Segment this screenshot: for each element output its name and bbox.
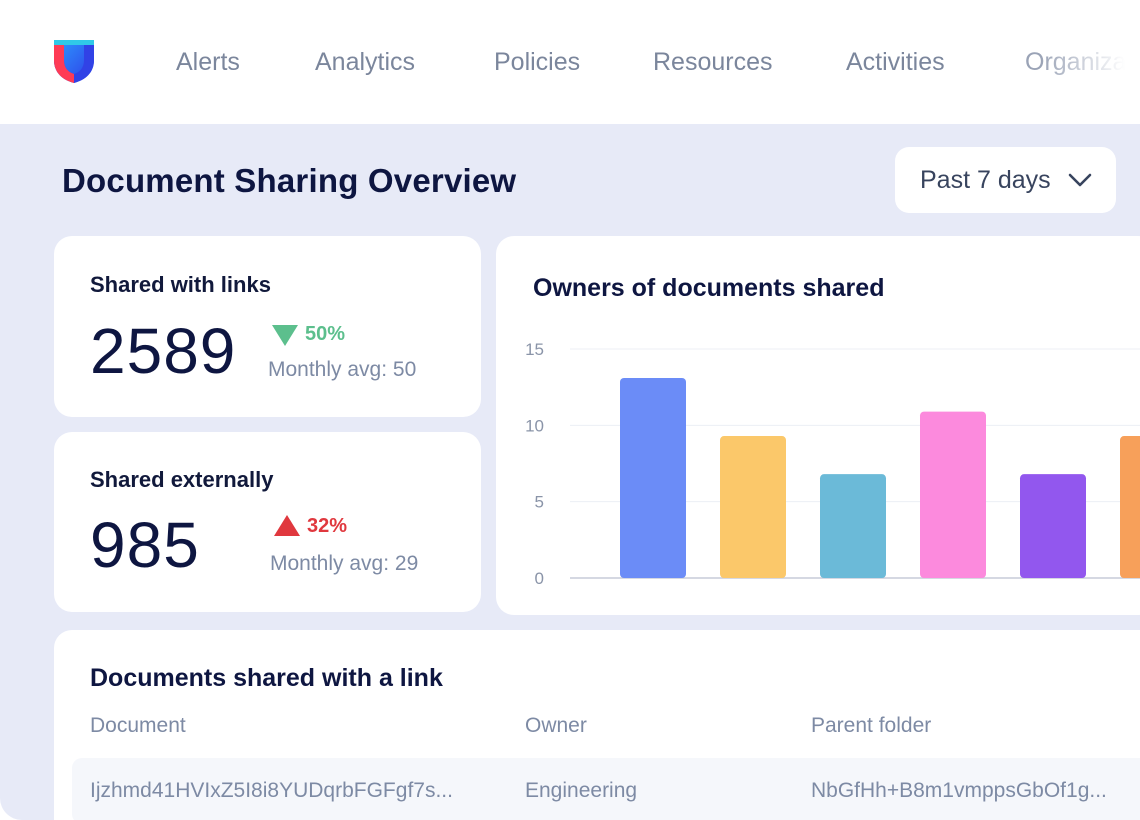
nav-item-alerts[interactable]: Alerts	[176, 48, 240, 77]
chart-card-owners: Owners of documents shared 0 5 10 15	[496, 236, 1140, 615]
chart-bar[interactable]	[720, 436, 786, 578]
top-navigation-bar: Alerts Analytics Policies Resources Acti…	[0, 0, 1140, 124]
stat-title: Shared externally	[90, 467, 274, 492]
column-header-owner[interactable]: Owner	[525, 714, 587, 738]
stat-card-shared-links: Shared with links 2589 50% Monthly avg: …	[54, 236, 481, 417]
stat-value: 985	[90, 509, 200, 581]
stat-card-shared-externally: Shared externally 985 32% Monthly avg: 2…	[54, 432, 481, 612]
stat-monthly-avg: Monthly avg: 50	[268, 358, 417, 381]
date-range-value: Past 7 days	[920, 166, 1051, 194]
page-title: Document Sharing Overview	[62, 162, 517, 199]
table-title: Documents shared with a link	[90, 664, 443, 692]
y-tick-label: 10	[525, 416, 544, 435]
column-header-document[interactable]: Document	[90, 714, 186, 738]
y-tick-label: 15	[525, 340, 544, 359]
nav-item-activities[interactable]: Activities	[846, 48, 945, 77]
table-card-link-docs: Documents shared with a link Document Ow…	[54, 630, 1140, 820]
y-tick-label: 0	[535, 569, 544, 588]
table-row[interactable]: Ijzhmd41HVIxZ5I8i8YUDqrbFGFgf7s... Engin…	[72, 758, 1140, 820]
nav-item-resources[interactable]: Resources	[653, 48, 773, 77]
chart-bar[interactable]	[820, 474, 886, 578]
chart-bar[interactable]	[1020, 474, 1086, 578]
shield-logo-icon[interactable]	[52, 38, 96, 84]
y-tick-label: 5	[535, 493, 544, 512]
trend-down-icon	[272, 325, 298, 346]
chart-bar[interactable]	[620, 378, 686, 578]
nav-item-organization[interactable]: Organizat	[1025, 48, 1133, 77]
trend-up-icon	[274, 515, 300, 536]
stat-change: 32%	[307, 515, 348, 537]
stat-monthly-avg: Monthly avg: 29	[270, 552, 419, 575]
stat-change: 50%	[305, 323, 346, 345]
chevron-down-icon	[1068, 173, 1092, 187]
chart-bar[interactable]	[920, 411, 986, 578]
chart-bar[interactable]	[1120, 436, 1140, 578]
stat-value: 2589	[90, 315, 237, 387]
stat-title: Shared with links	[90, 272, 271, 297]
bar-chart: 0 5 10 15	[525, 340, 1140, 588]
main-content: Document Sharing Overview Past 7 days Sh…	[0, 124, 1140, 820]
cell-parent-folder: NbGfHh+B8m1vmppsGbOf1g...	[811, 779, 1107, 802]
cell-owner: Engineering	[525, 779, 638, 802]
date-range-select[interactable]: Past 7 days	[895, 147, 1116, 213]
column-header-parent-folder[interactable]: Parent folder	[811, 714, 931, 738]
nav-item-policies[interactable]: Policies	[494, 48, 580, 77]
cell-document: Ijzhmd41HVIxZ5I8i8YUDqrbFGFgf7s...	[90, 779, 453, 802]
nav-item-analytics[interactable]: Analytics	[315, 48, 415, 77]
